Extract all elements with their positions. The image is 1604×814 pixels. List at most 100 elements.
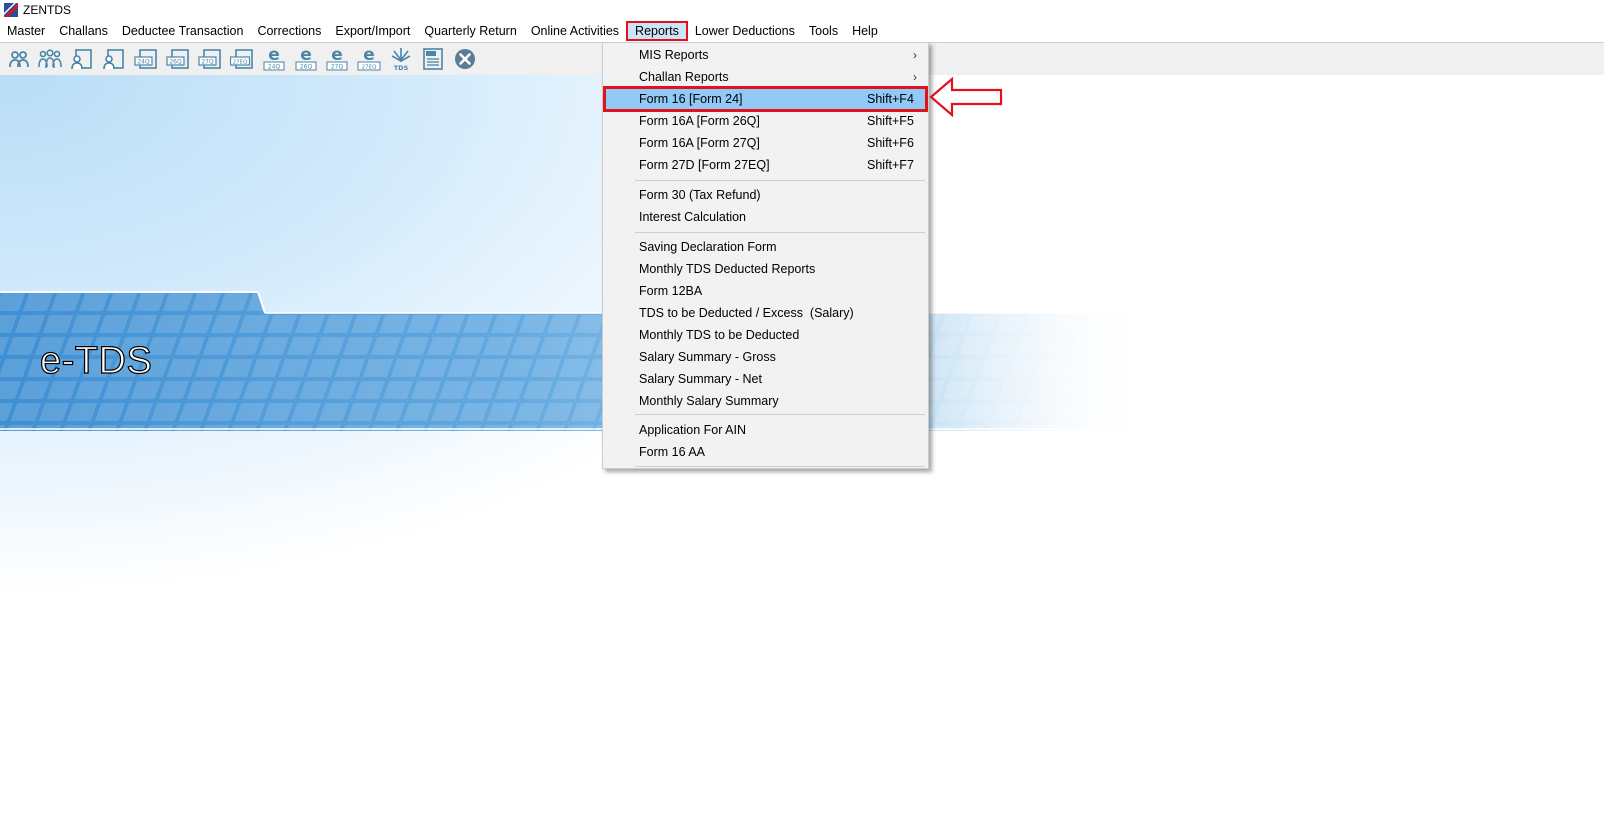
menu-corrections[interactable]: Corrections	[250, 21, 328, 41]
banner-title: e-TDS	[39, 339, 153, 382]
menu-item-form-12ba[interactable]: Form 12BA	[605, 280, 926, 302]
form-27eq-document-icon: 27EQ	[229, 49, 253, 69]
menu-item-label: Monthly Salary Summary	[639, 394, 779, 408]
menu-tools[interactable]: Tools	[802, 21, 845, 41]
menu-item-application-for-ain[interactable]: Application For AIN	[605, 419, 926, 441]
menu-online-activities[interactable]: Online Activities	[524, 21, 626, 41]
menu-item-monthly-tds-to-be-deducted[interactable]: Monthly TDS to be Deducted	[605, 324, 926, 346]
form-26q-text: 26Q	[169, 59, 182, 66]
menu-item-label: Salary Summary - Gross	[639, 350, 776, 364]
menu-separator	[635, 180, 925, 181]
menu-item-salary-summary-net[interactable]: Salary Summary - Net	[605, 368, 926, 390]
user-document-icon	[103, 49, 124, 70]
menu-item-label: Form 16A [Form 26Q]	[639, 114, 760, 128]
menu-item-monthly-tds-deducted[interactable]: Monthly TDS Deducted Reports	[605, 258, 926, 280]
reports-dropdown: MIS Reports › Challan Reports › Form 16 …	[602, 42, 929, 469]
menu-item-form-16-aa[interactable]: Form 16 AA	[605, 441, 926, 463]
menu-item-shortcut: Shift+F6	[867, 136, 914, 150]
menu-item-form-30[interactable]: Form 30 (Tax Refund)	[605, 184, 926, 206]
menu-item-label: Monthly TDS to be Deducted	[639, 328, 800, 342]
menu-item-label: Application For AIN	[639, 423, 746, 437]
e-return-27eq-text: 27EQ	[362, 65, 377, 71]
menu-separator	[635, 466, 925, 467]
e-return-24q-button[interactable]: e 24Q	[260, 46, 287, 73]
menu-item-tds-to-be-deducted-excess[interactable]: TDS to be Deducted / Excess (Salary)	[605, 302, 926, 324]
menu-item-mis-reports[interactable]: MIS Reports ›	[605, 44, 926, 66]
menu-item-label: TDS to be Deducted / Excess (Salary)	[639, 306, 854, 320]
menu-item-form-16[interactable]: Form 16 [Form 24] Shift+F4	[603, 86, 928, 112]
submenu-arrow-icon: ›	[913, 48, 917, 62]
pdf-button[interactable]	[420, 46, 447, 73]
employee-button[interactable]	[69, 46, 96, 73]
menu-item-label: MIS Reports	[639, 48, 709, 62]
menu-item-label: Monthly TDS Deducted Reports	[639, 262, 816, 276]
menu-item-shortcut: Shift+F7	[867, 158, 914, 172]
menu-item-salary-summary-gross[interactable]: Salary Summary - Gross	[605, 346, 926, 368]
menu-lower-deductions[interactable]: Lower Deductions	[688, 21, 802, 41]
form-24q-text: 24Q	[137, 59, 150, 66]
menu-item-saving-declaration[interactable]: Saving Declaration Form	[605, 236, 926, 258]
menu-item-label: Form 16 AA	[639, 445, 705, 459]
menu-item-challan-reports[interactable]: Challan Reports ›	[605, 66, 926, 88]
deductor-button[interactable]	[5, 46, 32, 73]
menu-item-interest-calculation[interactable]: Interest Calculation	[605, 206, 926, 228]
submenu-arrow-icon: ›	[913, 70, 917, 84]
menu-help[interactable]: Help	[845, 21, 885, 41]
red-left-arrow-icon	[929, 76, 1003, 118]
users-group-icon	[38, 49, 63, 69]
menu-export-import[interactable]: Export/Import	[328, 21, 417, 41]
app-logo-icon	[4, 3, 18, 17]
menu-challans[interactable]: Challans	[52, 21, 115, 41]
form-27q-document-icon: 27Q	[198, 49, 221, 69]
window-title: ZENTDS	[23, 3, 71, 17]
menu-quarterly-return[interactable]: Quarterly Return	[417, 21, 523, 41]
menu-deductee-transaction[interactable]: Deductee Transaction	[115, 21, 251, 41]
menu-item-form-27d[interactable]: Form 27D [Form 27EQ] Shift+F7	[605, 154, 926, 176]
e-return-24q-text: 24Q	[267, 64, 280, 71]
form-27q-text: 27Q	[201, 59, 214, 66]
form-24q-document-icon: 24Q	[134, 49, 157, 69]
exit-button[interactable]	[451, 46, 478, 73]
banner-graphic	[0, 291, 1150, 431]
form-26q-button[interactable]: 26Q	[164, 46, 191, 73]
tds-button[interactable]: TDS	[388, 46, 415, 73]
e-return-26q-text: 26Q	[299, 64, 312, 71]
menu-master[interactable]: Master	[0, 21, 52, 41]
menu-item-label: Form 12BA	[639, 284, 703, 298]
menu-separator	[635, 414, 925, 415]
menu-reports[interactable]: Reports	[626, 21, 688, 41]
user-document-icon	[71, 49, 93, 70]
e-return-26q-button[interactable]: e 26Q	[292, 46, 319, 73]
deductee-master-button[interactable]	[101, 46, 128, 73]
menu-item-label: Form 16A [Form 27Q]	[639, 136, 760, 150]
form-26q-document-icon: 26Q	[166, 49, 189, 69]
e-return-26q-icon: e 26Q	[295, 46, 317, 71]
e-return-24q-icon: e 24Q	[263, 46, 285, 71]
menu-item-label: Interest Calculation	[639, 210, 747, 224]
tds-text: TDS	[394, 64, 409, 72]
e-return-27q-icon: e 27Q	[326, 46, 348, 71]
menu-bar: Master Challans Deductee Transaction Cor…	[0, 20, 1604, 43]
menu-item-shortcut: Shift+F4	[867, 92, 914, 106]
menu-item-label: Saving Declaration Form	[639, 240, 777, 254]
menu-item-shortcut: Shift+F5	[867, 114, 914, 128]
form-27q-button[interactable]: 27Q	[196, 46, 223, 73]
menu-separator	[635, 232, 925, 233]
form-24q-button[interactable]: 24Q	[133, 46, 160, 73]
user-icon	[8, 51, 29, 68]
e-return-27q-button[interactable]: e 27Q	[324, 46, 351, 73]
menu-item-label: Salary Summary - Net	[639, 372, 762, 386]
form-27eq-text: 27EQ	[232, 60, 247, 66]
title-bar: ZENTDS	[0, 0, 1604, 20]
menu-item-form-16a-27q[interactable]: Form 16A [Form 27Q] Shift+F6	[605, 132, 926, 154]
tds-emblem-icon: TDS	[391, 48, 411, 72]
form-27eq-button[interactable]: 27EQ	[228, 46, 255, 73]
menu-item-monthly-salary-summary[interactable]: Monthly Salary Summary	[605, 390, 926, 412]
e-return-27eq-button[interactable]: e 27EQ	[356, 46, 383, 73]
pdf-document-icon	[423, 48, 443, 70]
menu-item-label: Challan Reports	[639, 70, 729, 84]
menu-item-label: Form 27D [Form 27EQ]	[639, 158, 770, 172]
deductees-button[interactable]	[37, 46, 64, 73]
menu-item-form-16a-26q[interactable]: Form 16A [Form 26Q] Shift+F5	[605, 110, 926, 132]
e-return-27q-text: 27Q	[331, 64, 344, 71]
